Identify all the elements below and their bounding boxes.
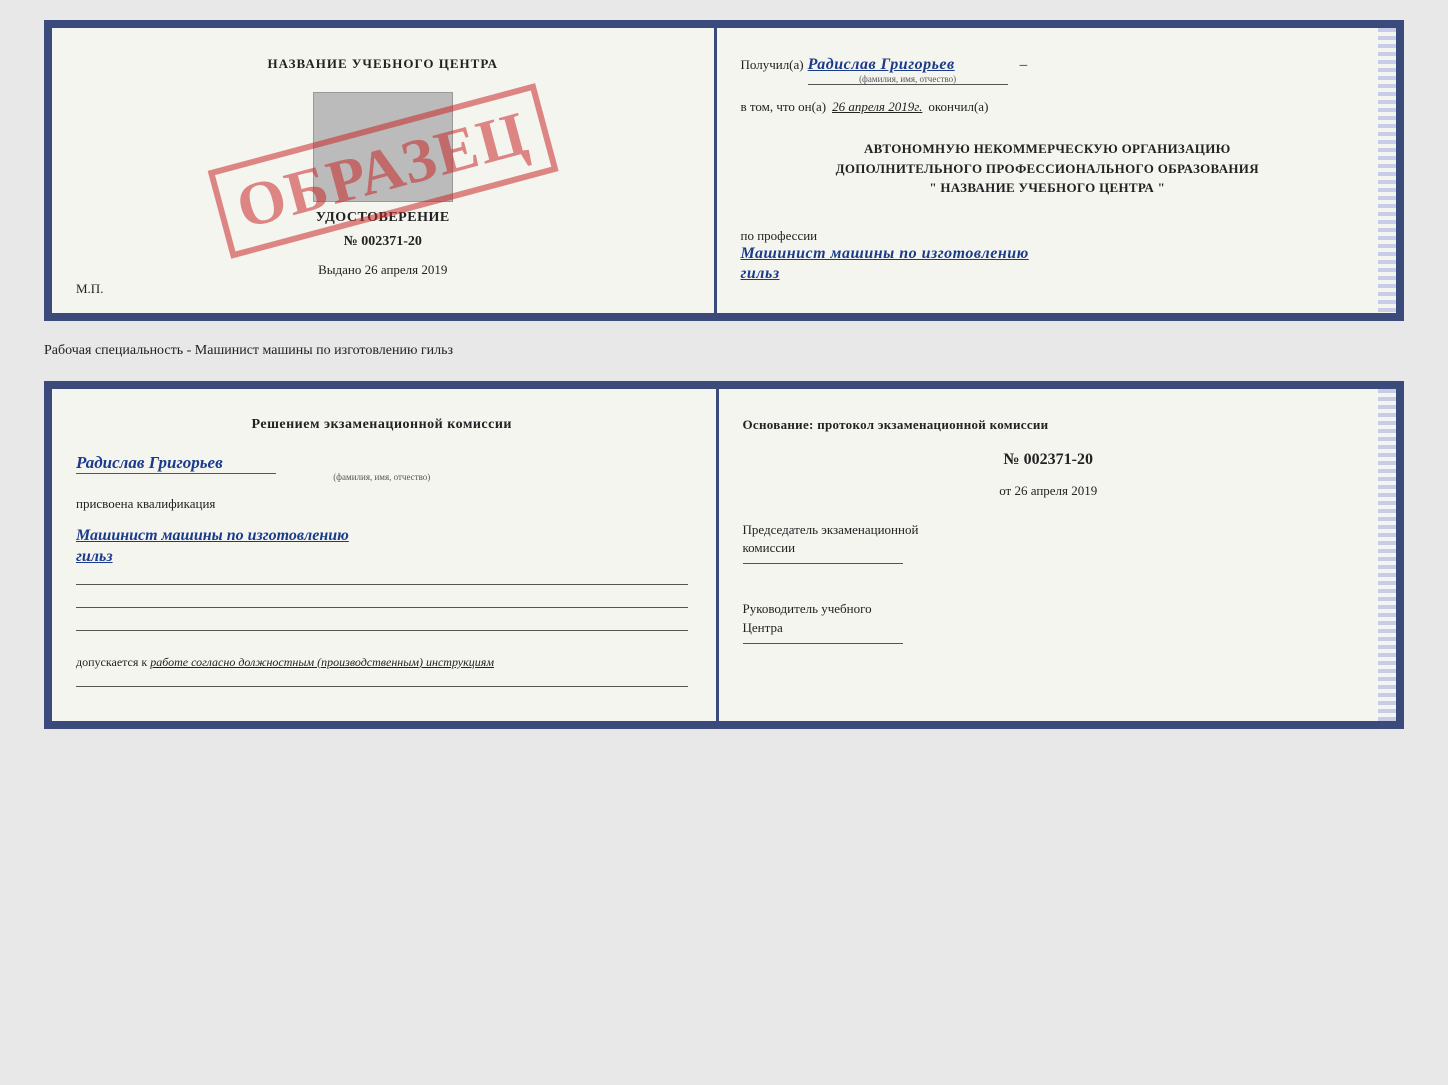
underline-1	[76, 584, 688, 585]
ot-label: от	[999, 483, 1011, 498]
bottom-person-name: Радислав Григорьев	[76, 453, 223, 472]
okончил-label: окончил(а)	[928, 99, 988, 115]
bottom-document: Решением экзаменационной комиссии Радисл…	[44, 381, 1404, 729]
dash-1: –	[1382, 51, 1394, 63]
dash-after-name: –	[1020, 57, 1028, 74]
bottom-name-block: Радислав Григорьев (фамилия, имя, отчест…	[76, 453, 688, 482]
vtom-prefix: в том, что он(а)	[741, 99, 827, 115]
resheniem-title: Решением экзаменационной комиссии	[76, 417, 688, 433]
recipient-name: Радислав Григорьев	[808, 56, 955, 73]
rukovoditel-label1: Руководитель учебного	[743, 600, 1355, 618]
dash-2: –	[1382, 89, 1394, 101]
dash-b6: ‹–	[1382, 583, 1394, 595]
name-caption-top: (фамилия, имя, отчество)	[808, 74, 1008, 84]
dash-b5: ,а	[1382, 549, 1394, 561]
poluchil-label: Получил(а)	[741, 57, 804, 73]
bottom-left-panel: Решением экзаменационной комиссии Радисл…	[52, 389, 719, 721]
dash-b2: –	[1382, 445, 1394, 457]
dash-6: –	[1382, 240, 1394, 252]
org-line1: АВТОНОМНУЮ НЕКОММЕРЧЕСКУЮ ОРГАНИЗАЦИЮ	[741, 139, 1355, 159]
dash-5: ‹–	[1382, 202, 1394, 214]
underline-2	[76, 607, 688, 608]
dash-3: и	[1382, 127, 1394, 139]
kvalif-text-2: гильз	[76, 548, 113, 565]
predsedatel-label2: комиссии	[743, 539, 1355, 557]
dopusk-text: допускается к работе согласно должностны…	[76, 655, 688, 670]
ot-date: от 26 апреля 2019	[743, 483, 1355, 499]
underline-3	[76, 630, 688, 631]
dash-b7: –	[1382, 618, 1394, 630]
dopusk-italic: работе согласно должностным (производств…	[150, 655, 494, 669]
cert-number: № 002371-20	[344, 234, 422, 250]
bottom-name-wrapper: Радислав Григорьев	[76, 453, 276, 474]
kvalif-name: Машинист машины по изготовлению	[76, 526, 688, 547]
po-professii-label: по профессии	[741, 228, 1355, 244]
between-label: Рабочая специальность - Машинист машины …	[44, 339, 1404, 363]
side-dashes-bottom: – – – и ,а ‹– – – –	[1380, 389, 1396, 721]
predsedatel-signature-line	[743, 563, 903, 564]
underline-4	[76, 686, 688, 687]
profesia-text: Машинист машины по изготовлению	[741, 245, 1029, 262]
vtom-line: в том, что он(а) 26 апреля 2019г. окончи…	[741, 99, 1355, 115]
kvalif-text: Машинист машины по изготовлению	[76, 527, 349, 544]
cert-box: УДОСТОВЕРЕНИЕ № 002371-20	[76, 92, 690, 250]
bottom-kvalif-block: Машинист машины по изготовлению гильз	[76, 526, 688, 568]
protocol-date: 26 апреля 2019	[1014, 483, 1097, 498]
mp-label: М.П.	[76, 281, 103, 297]
photo-placeholder	[313, 92, 453, 202]
predsedatel-label1: Председатель экзаменационной	[743, 521, 1355, 539]
dash-b1: –	[1382, 410, 1394, 422]
org-block: АВТОНОМНУЮ НЕКОММЕРЧЕСКУЮ ОРГАНИЗАЦИЮ ДО…	[741, 139, 1355, 198]
vydano-label: Выдано 26 апреля 2019	[318, 262, 447, 278]
dash-b3: –	[1382, 480, 1394, 492]
rukovoditel-signature-line	[743, 643, 903, 644]
poluchil-line: Получил(а) Радислав Григорьев (фамилия, …	[741, 56, 1355, 85]
dash-b8: –	[1382, 653, 1394, 665]
profesia-text-2: гильз	[741, 265, 780, 282]
dash-b4: и	[1382, 514, 1394, 526]
top-right-panel: – – и ,а ‹– – – Получил(а) Радислав Григ…	[717, 28, 1397, 313]
predsedatel-block: Председатель экзаменационной комиссии	[743, 521, 1355, 570]
rukovoditel-label2: Центра	[743, 619, 1355, 637]
org-line2: ДОПОЛНИТЕЛЬНОГО ПРОФЕССИОНАЛЬНОГО ОБРАЗО…	[741, 159, 1355, 179]
org-line3: " НАЗВАНИЕ УЧЕБНОГО ЦЕНТРА "	[741, 178, 1355, 198]
vtom-date: 26 апреля 2019г.	[832, 99, 922, 115]
rukovoditel-block: Руководитель учебного Центра	[743, 600, 1355, 649]
prisvoena-text: присвоена квалификация	[76, 496, 688, 512]
dash-4: ,а	[1382, 165, 1394, 177]
dopusk-prefix: допускается к	[76, 655, 147, 669]
top-left-panel: НАЗВАНИЕ УЧЕБНОГО ЦЕНТРА УДОСТОВЕРЕНИЕ №…	[52, 28, 717, 313]
profesia-block: по профессии Машинист машины по изготовл…	[741, 222, 1355, 286]
dash-b9: –	[1382, 687, 1394, 699]
osnovanie-title: Основание: протокол экзаменационной коми…	[743, 417, 1355, 433]
kvalif-name-2: гильз	[76, 547, 688, 568]
profesia-name: Машинист машины по изготовлению	[741, 244, 1355, 265]
school-name-top: НАЗВАНИЕ УЧЕБНОГО ЦЕНТРА	[267, 56, 498, 72]
profesia-name-2: гильз	[741, 264, 1355, 285]
recipient-name-wrapper: Радислав Григорьев (фамилия, имя, отчест…	[808, 56, 1008, 85]
dash-7: –	[1382, 278, 1394, 290]
side-dashes: – – и ,а ‹– – –	[1380, 28, 1396, 313]
protocol-number: № 002371-20	[743, 451, 1355, 469]
bottom-right-panel: – – – и ,а ‹– – – – Основание: протокол …	[719, 389, 1397, 721]
cert-label: УДОСТОВЕРЕНИЕ	[316, 210, 450, 226]
top-document: НАЗВАНИЕ УЧЕБНОГО ЦЕНТРА УДОСТОВЕРЕНИЕ №…	[44, 20, 1404, 321]
